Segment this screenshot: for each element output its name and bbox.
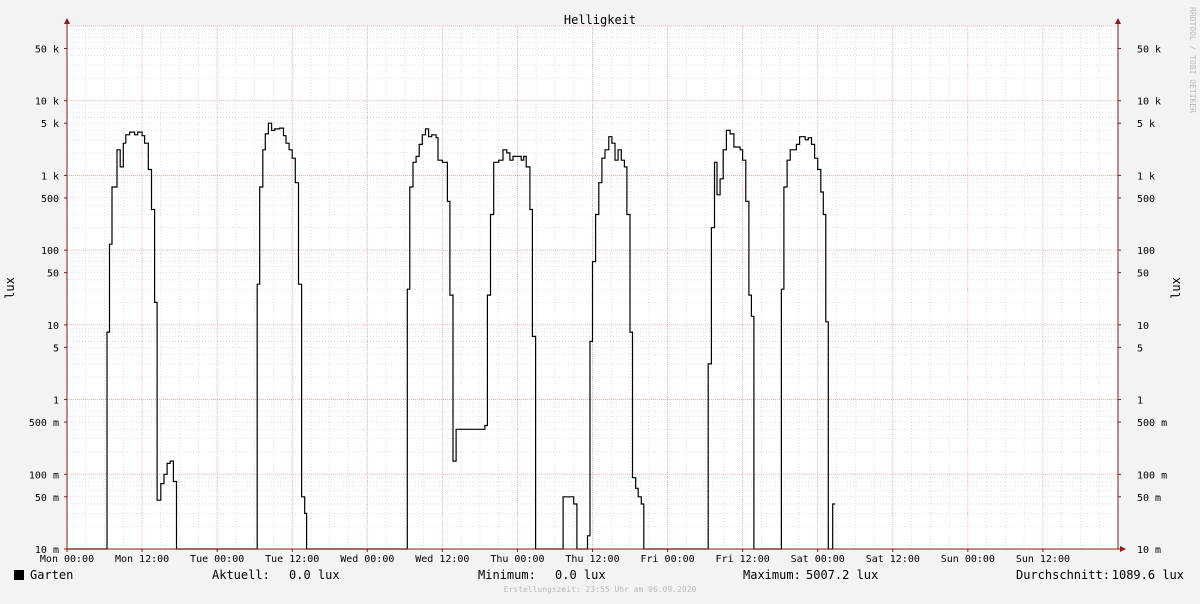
x-tick-label: Mon 12:00 xyxy=(115,554,169,565)
legend-current-label: Aktuell: xyxy=(212,568,270,582)
y-tick-label-right: 1 k xyxy=(1137,171,1155,182)
x-tick-label: Mon 00:00 xyxy=(40,554,94,565)
y-tick-label-left: 50 k xyxy=(35,44,59,55)
y-tick-label-left: 500 m xyxy=(29,418,59,429)
brightness-chart: 50 k 10 k 5 k 1 k 500 100 50 10 5 1 500 m 100 m 50 m… xyxy=(0,0,1200,600)
y-tick-label-left: 10 k xyxy=(35,97,59,108)
y-axis-label-left: lux xyxy=(3,277,17,299)
y-tick-label-right: 50 k xyxy=(1137,44,1161,55)
legend-min-label: Minimum: xyxy=(478,568,536,582)
y-tick-label-right: 10 m xyxy=(1137,545,1161,556)
legend-avg-label: Durchschnitt: xyxy=(1016,568,1110,582)
x-tick-label: Sat 00:00 xyxy=(791,554,845,565)
y-tick-label-left: 100 xyxy=(41,246,59,257)
y-tick-label-right: 10 k xyxy=(1137,97,1161,108)
y-tick-label-right: 500 m xyxy=(1137,418,1167,429)
y-tick-label-left: 100 m xyxy=(29,470,59,481)
y-tick-label-right: 1 xyxy=(1137,396,1143,407)
y-tick-label-right: 500 xyxy=(1137,194,1155,205)
legend-swatch xyxy=(14,570,24,580)
y-tick-label-right: 5 k xyxy=(1137,119,1155,130)
y-tick-label-right: 50 m xyxy=(1137,493,1161,504)
y-tick-label-left: 5 xyxy=(53,343,59,354)
x-tick-label: Tue 12:00 xyxy=(265,554,319,565)
x-tick-label: Thu 12:00 xyxy=(565,554,619,565)
y-axis-label-right: lux xyxy=(1169,277,1183,299)
y-tick-label-left: 50 xyxy=(47,269,59,280)
y-tick-label-left: 10 xyxy=(47,321,59,332)
legend-series-name: Garten xyxy=(30,568,73,582)
y-tick-label-right: 100 m xyxy=(1137,470,1167,481)
x-tick-label: Thu 00:00 xyxy=(490,554,544,565)
y-tick-label-left: 1 k xyxy=(41,171,59,182)
y-tick-label-left: 50 m xyxy=(35,493,59,504)
legend-max-label: Maximum: xyxy=(743,568,801,582)
chart-title: Helligkeit xyxy=(564,13,636,27)
x-tick-label: Sun 12:00 xyxy=(1016,554,1070,565)
x-tick-label: Sun 00:00 xyxy=(941,554,995,565)
legend-max-value: 5007.2 lux xyxy=(806,568,878,582)
y-tick-label-left: 1 xyxy=(53,396,59,407)
legend-avg-value: 1089.6 lux xyxy=(1112,568,1184,582)
y-tick-label-right: 100 xyxy=(1137,246,1155,257)
x-tick-label: Tue 00:00 xyxy=(190,554,244,565)
x-tick-label: Wed 00:00 xyxy=(340,554,394,565)
x-tick-label: Sat 12:00 xyxy=(866,554,920,565)
legend-current-value: 0.0 lux xyxy=(289,568,340,582)
x-tick-label: Wed 12:00 xyxy=(415,554,469,565)
legend-min-value: 0.0 lux xyxy=(555,568,606,582)
watermark-text: RRDTOOL / TOBI OETIKER xyxy=(1188,7,1197,113)
y-tick-label-left: 5 k xyxy=(41,119,59,130)
y-tick-label-right: 5 xyxy=(1137,343,1143,354)
y-tick-label-right: 10 xyxy=(1137,321,1149,332)
chart-container: 50 k 10 k 5 k 1 k 500 100 50 10 5 1 500 m 100 m 50 m… xyxy=(0,0,1200,600)
x-tick-label: Fri 12:00 xyxy=(716,554,770,565)
x-tick-label: Fri 00:00 xyxy=(640,554,694,565)
y-tick-label-left: 500 xyxy=(41,194,59,205)
footer-timestamp: Erstellungszeit: 23:55 Uhr am 06.09.2020 xyxy=(504,585,697,594)
y-tick-label-right: 50 xyxy=(1137,269,1149,280)
